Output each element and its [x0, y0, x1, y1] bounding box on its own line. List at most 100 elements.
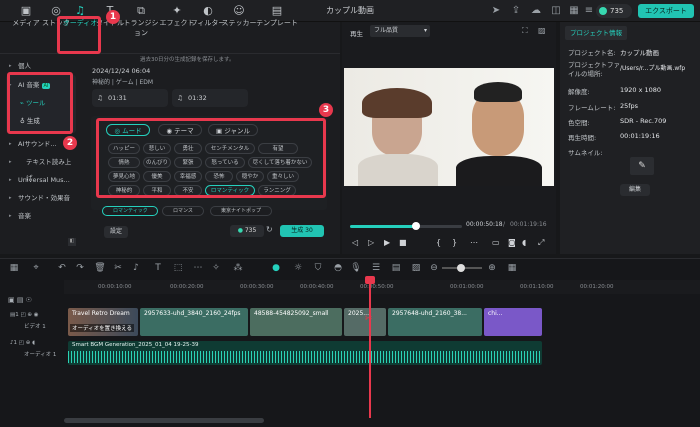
menu-icon[interactable]: ≡	[583, 5, 595, 17]
export-button[interactable]: エクスポート	[638, 4, 694, 18]
split-icon[interactable]: ✂	[365, 314, 373, 324]
mask-icon[interactable]: ◓	[332, 262, 344, 274]
share-icon[interactable]: ⇪	[510, 5, 522, 17]
render-icon[interactable]: ●	[270, 262, 282, 274]
camera-icon[interactable]: ◙	[508, 238, 516, 247]
scrubber-handle[interactable]	[412, 222, 420, 230]
video-clip[interactable]: 2957648-uhd_2160_38...	[388, 308, 482, 336]
mark-out-icon[interactable]: }	[452, 238, 457, 247]
generate-button[interactable]: 生成 30	[280, 225, 324, 237]
sidebar-item-tts[interactable]: テキスト読み上げ	[6, 154, 72, 182]
credit-balance[interactable]: 735	[596, 4, 632, 18]
video-clip[interactable]: 2957633-uhd_3840_2160_24fps	[140, 308, 248, 336]
callout-audio-tab	[57, 16, 101, 54]
subtitle-icon[interactable]: ▤	[390, 262, 402, 274]
tab-play[interactable]: 再生	[350, 28, 363, 38]
edit-button[interactable]: 編集	[620, 184, 650, 196]
audio-clip[interactable]: Smart BGM Generation_2025_01_04 19-25-39	[68, 341, 542, 365]
edit-thumbnail-icon[interactable]: ✎	[630, 157, 654, 175]
prop-value: SDR - Rec.709	[620, 117, 667, 125]
fullscreen-icon[interactable]: ⤢	[538, 238, 544, 248]
prop-value: /Users/r...プル動画.wfp	[620, 65, 686, 72]
credit-icon: ●	[237, 227, 243, 234]
sidebar-item-universal[interactable]: Universal Mus...	[6, 172, 72, 188]
tab-transition[interactable]: ⧉ トランジション	[121, 4, 161, 37]
zoom-in-icon[interactable]: ⊕	[486, 262, 498, 274]
prev-frame-icon[interactable]: ◁	[352, 238, 358, 247]
playhead-handle[interactable]	[365, 276, 375, 284]
playback-progress[interactable]	[350, 225, 416, 228]
video-clip[interactable]: chi...	[484, 308, 542, 336]
history-date: 2024/12/24 06:04	[92, 67, 151, 75]
prop-label: サムネイル:	[568, 149, 603, 157]
callout-number: 2	[63, 136, 77, 150]
timeline-scrollbar[interactable]	[64, 418, 264, 423]
send-icon[interactable]: ➤	[490, 5, 502, 17]
cut-icon[interactable]: ✂	[112, 262, 124, 274]
stop-icon[interactable]: ■	[399, 238, 407, 247]
prop-label: 解像度:	[568, 88, 590, 96]
sticker-icon: ☺	[233, 4, 245, 17]
history-notice: 過去30日分の生成記録を保存します。	[140, 57, 235, 63]
ruler-tick: 00:01:20:00	[580, 284, 614, 290]
ruler-tick: 00:00:10:00	[98, 284, 132, 290]
tab-template[interactable]: ▤ テンプレート	[254, 4, 300, 30]
grid-view-icon[interactable]: ▦	[506, 262, 518, 274]
callout-ai-music	[7, 72, 73, 134]
delete-icon[interactable]: 🗑	[94, 262, 106, 274]
mic-icon[interactable]: 🎙	[350, 262, 362, 274]
cloud-icon[interactable]: ☁	[530, 5, 542, 17]
total-time: 00:01:19:16	[510, 221, 547, 228]
selected-tag[interactable]: ロマンス	[162, 206, 204, 216]
image-icon[interactable]: ▨	[410, 262, 422, 274]
crop-icon[interactable]: ⬚	[172, 262, 184, 274]
volume-icon[interactable]: ◖	[522, 238, 526, 247]
pointer-icon[interactable]: ⌖	[30, 262, 42, 274]
sidebar-item-music[interactable]: 音楽	[6, 208, 72, 224]
music-track-2[interactable]: ♫ 01:32	[172, 89, 248, 107]
callout-number: 1	[106, 10, 120, 24]
selected-tag[interactable]: ロマンティック	[102, 206, 158, 216]
more-icon[interactable]: ⋯	[470, 238, 478, 247]
track-lock-icon[interactable]: ▤1 ◰ ⊕ ◉	[10, 312, 74, 318]
tab-project-info[interactable]: プロジェクト情報	[565, 26, 627, 40]
layout-icon[interactable]: ▦	[568, 5, 580, 17]
mark-in-icon[interactable]: {	[436, 238, 441, 247]
crop-icon[interactable]: ⛶	[522, 26, 528, 36]
video-clip[interactable]: 48588-454825092_small	[250, 308, 342, 336]
monitor-icon[interactable]: ▭	[492, 238, 500, 247]
step-back-icon[interactable]: ▷	[368, 238, 374, 247]
shield-icon[interactable]: ⛉	[312, 262, 324, 274]
track-controls[interactable]: ▣ ▤ ☉	[8, 296, 64, 308]
gift-icon[interactable]: ◫	[550, 5, 562, 17]
audio-icon[interactable]: ♪	[130, 262, 142, 274]
layout-icon[interactable]: ▦	[8, 262, 20, 274]
list-icon[interactable]: ☰	[370, 262, 382, 274]
audio-track-controls[interactable]: ♪1 ◰ ⊕ ◖	[10, 340, 74, 346]
prop-label: 色空間:	[568, 119, 590, 127]
zoom-out-icon[interactable]: ⊖	[428, 262, 440, 274]
grid-icon[interactable]: ⁂	[232, 262, 244, 274]
selected-tag[interactable]: 東京ナイトポップ	[210, 206, 272, 216]
history-tags: 神秘的 | ゲーム | EDM	[92, 79, 154, 86]
sidebar-item-sound-effects[interactable]: サウンド・効果音	[6, 190, 72, 206]
more-icon[interactable]: ⋯	[192, 262, 204, 274]
adjust-icon[interactable]: ✧	[210, 262, 222, 274]
playhead[interactable]	[369, 278, 371, 418]
redo-icon[interactable]: ↷	[74, 262, 86, 274]
music-track-1[interactable]: ♫ 01:31	[92, 89, 168, 107]
settings-button[interactable]: 設定	[104, 226, 128, 238]
quality-select[interactable]: フル品質 ▾	[370, 25, 430, 37]
zoom-slider-handle[interactable]	[457, 264, 465, 272]
play-icon[interactable]: ▶	[384, 238, 390, 247]
text-icon[interactable]: T	[152, 262, 164, 274]
collapse-icon[interactable]: ◧	[68, 238, 76, 246]
refresh-icon[interactable]: ↻	[266, 225, 273, 234]
credit-cost: ● 735	[230, 225, 264, 237]
sun-icon[interactable]: ☼	[292, 262, 304, 274]
snapshot-icon[interactable]: ▨	[538, 26, 546, 35]
ruler-tick: 00:01:10:00	[520, 284, 554, 290]
undo-icon[interactable]: ↶	[56, 262, 68, 274]
tab-sticker[interactable]: ☺ ステッカー	[219, 4, 259, 30]
replace-audio-hint: オーディオを置き換える	[70, 324, 134, 332]
